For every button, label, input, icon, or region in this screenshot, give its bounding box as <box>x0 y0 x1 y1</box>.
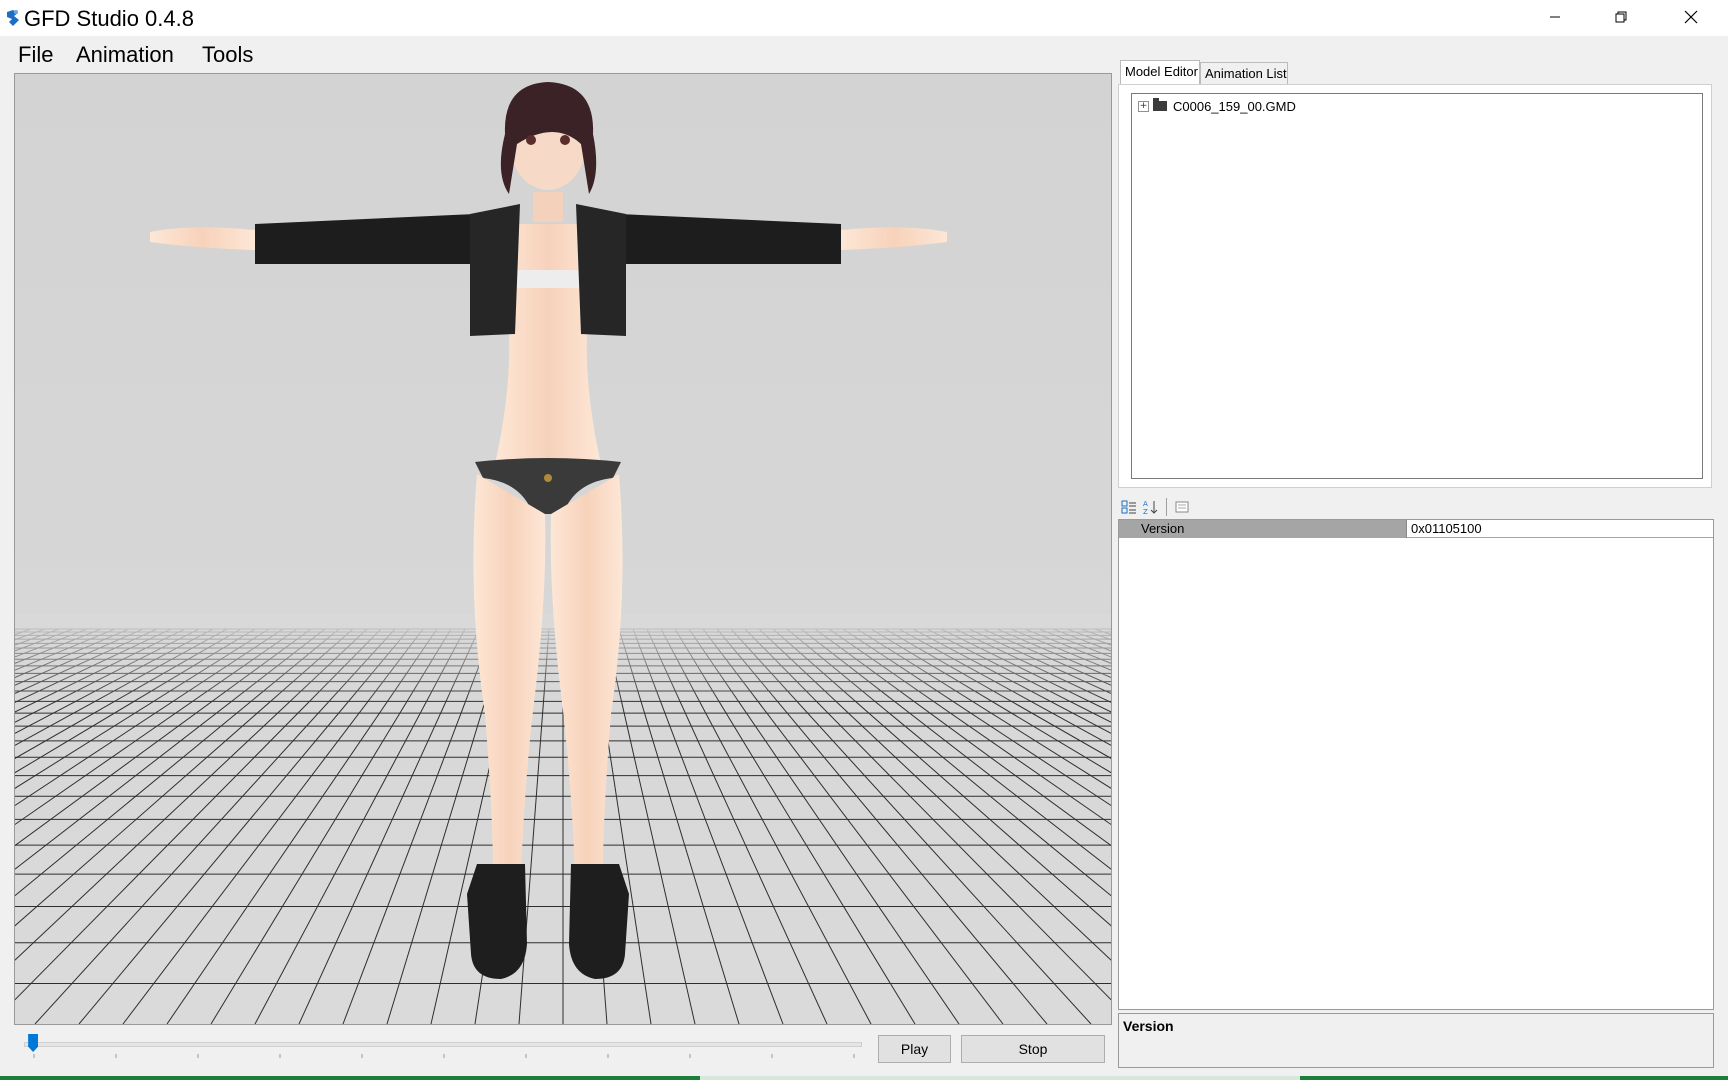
tree-node-root[interactable]: + C0006_159_00.GMD <box>1138 97 1296 115</box>
status-strip <box>0 1076 1728 1080</box>
timeline-slider[interactable] <box>24 1032 864 1066</box>
minimize-button[interactable] <box>1522 0 1588 34</box>
tab-animation-list[interactable]: Animation List <box>1200 62 1288 84</box>
svg-text:Z: Z <box>1143 508 1148 515</box>
window-title: GFD Studio 0.4.8 <box>24 6 194 31</box>
slider-ticks <box>33 1054 855 1058</box>
tree-node-label: C0006_159_00.GMD <box>1173 98 1296 114</box>
menu-file[interactable]: File <box>16 42 55 68</box>
svg-text:A: A <box>1143 500 1148 508</box>
alphabetical-view-button[interactable]: A Z <box>1142 498 1160 516</box>
minimize-icon <box>1550 16 1560 18</box>
status-strip-highlight <box>700 1076 1300 1080</box>
model-editor-panel: + C0006_159_00.GMD <box>1118 84 1712 488</box>
restore-button[interactable] <box>1588 0 1654 34</box>
menu-bar: File Animation Tools <box>0 36 1728 72</box>
3d-viewport[interactable] <box>14 73 1112 1025</box>
model-tree[interactable]: + C0006_159_00.GMD <box>1131 93 1703 479</box>
categorized-view-button[interactable] <box>1120 498 1138 516</box>
property-pages-button[interactable] <box>1173 498 1191 516</box>
property-toolbar: A Z <box>1120 496 1191 518</box>
app-icon <box>7 10 19 26</box>
close-icon <box>1684 10 1698 24</box>
sort-alpha-icon: A Z <box>1143 500 1158 515</box>
folder-icon <box>1153 98 1167 111</box>
restore-icon <box>1615 11 1627 23</box>
stop-button[interactable]: Stop <box>961 1035 1105 1063</box>
property-pages-icon <box>1175 501 1189 513</box>
property-row-version[interactable]: Version 0x01105100 <box>1119 520 1713 538</box>
slider-track <box>24 1042 862 1047</box>
property-name: Version <box>1119 520 1407 538</box>
title-bar: GFD Studio 0.4.8 <box>0 0 1728 36</box>
property-grid[interactable]: Version 0x01105100 <box>1118 519 1714 1010</box>
scene-render <box>15 74 1111 1024</box>
menu-tools[interactable]: Tools <box>200 42 255 68</box>
tab-model-editor[interactable]: Model Editor <box>1120 60 1200 85</box>
property-value[interactable]: 0x01105100 <box>1407 520 1713 538</box>
property-description: Version <box>1118 1013 1714 1068</box>
toolbar-separator <box>1166 498 1167 516</box>
expand-icon[interactable]: + <box>1138 100 1149 112</box>
slider-thumb[interactable] <box>28 1034 39 1052</box>
close-button[interactable] <box>1658 0 1724 34</box>
menu-animation[interactable]: Animation <box>74 42 176 68</box>
description-title: Version <box>1123 1018 1174 1034</box>
categorized-icon <box>1121 500 1136 514</box>
play-button[interactable]: Play <box>878 1035 951 1063</box>
